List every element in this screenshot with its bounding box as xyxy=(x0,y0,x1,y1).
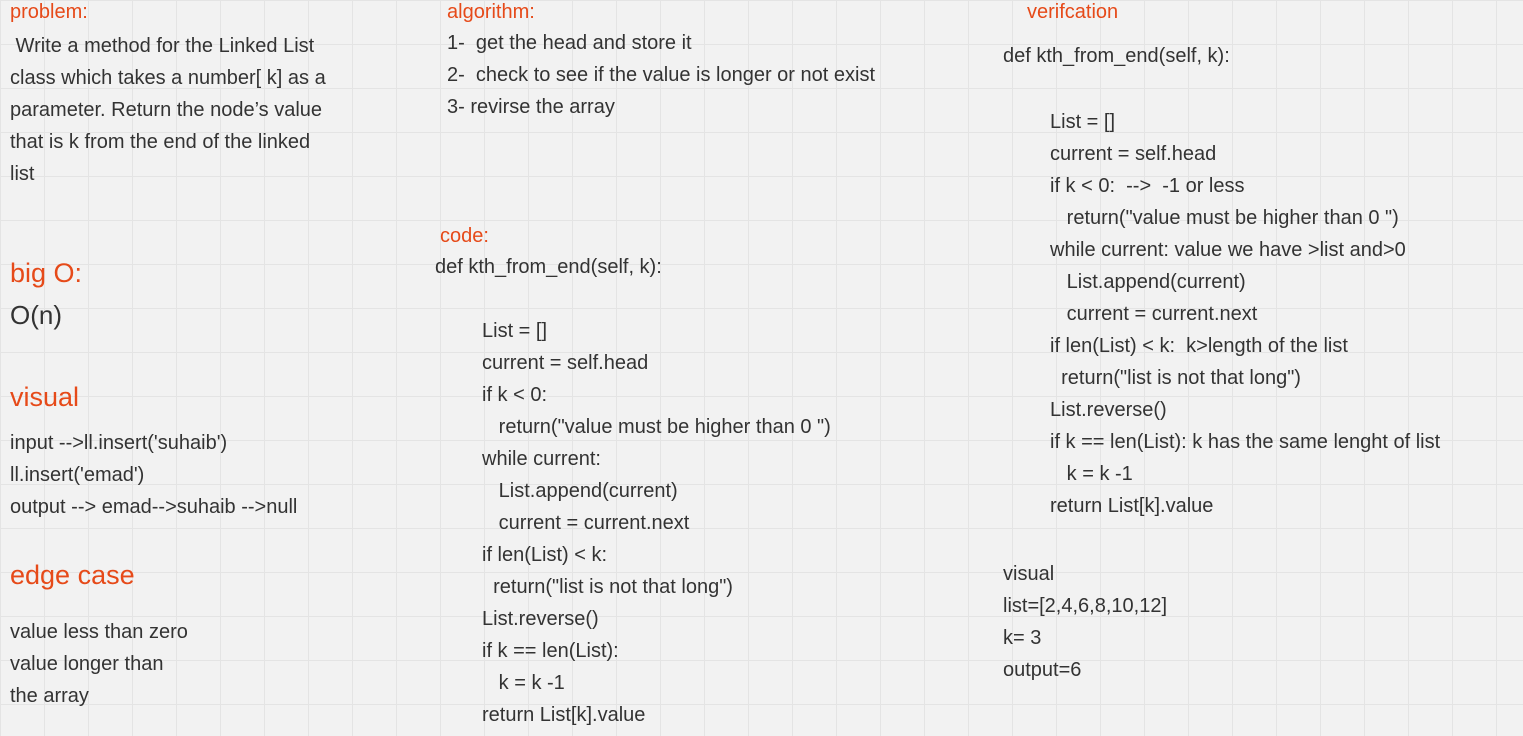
verification-signature: def kth_from_end(self, k): xyxy=(1003,45,1230,67)
problem-line: class which takes a number[ k] as a xyxy=(10,67,326,89)
verification-line: List = [] xyxy=(1050,111,1116,133)
verification-line: while current: value we have >list and>0 xyxy=(1050,239,1406,261)
visual-line: ll.insert('emad') xyxy=(10,464,145,486)
verification-line: return("value must be higher than 0 ") xyxy=(1050,207,1399,229)
code-line: List = [] xyxy=(482,320,548,342)
big-o-value: O(n) xyxy=(10,300,62,330)
verification-label: verifcation xyxy=(1027,1,1119,23)
edge-case-line: value less than zero xyxy=(10,621,188,643)
verification-line: current = current.next xyxy=(1050,303,1258,325)
verification-line: return("list is not that long") xyxy=(1050,367,1301,389)
algorithm-step: 2- check to see if the value is longer o… xyxy=(447,64,875,86)
code-signature: def kth_from_end(self, k): xyxy=(435,256,662,278)
visual-line: output --> emad-->suhaib -->null xyxy=(10,496,298,518)
code-label: code: xyxy=(440,225,489,247)
verification-example-line: output=6 xyxy=(1003,659,1082,681)
verification-example-line: k= 3 xyxy=(1003,627,1042,649)
visual-heading: visual xyxy=(10,382,80,412)
code-line: while current: xyxy=(482,448,601,470)
verification-line: if len(List) < k: k>length of the list xyxy=(1050,335,1348,357)
code-line: if k == len(List): xyxy=(482,640,619,662)
problem-line: that is k from the end of the linked xyxy=(10,131,311,153)
code-line: return("value must be higher than 0 ") xyxy=(482,416,831,438)
code-line: if len(List) < k: xyxy=(482,544,608,566)
algorithm-step: 3- revirse the array xyxy=(447,96,615,118)
code-line: List.append(current) xyxy=(482,480,678,502)
code-line: List.reverse() xyxy=(482,608,599,630)
verification-line: if k < 0: --> -1 or less xyxy=(1050,175,1245,197)
code-line: current = current.next xyxy=(482,512,690,534)
edge-case-heading: edge case xyxy=(10,560,135,590)
verification-line: List.append(current) xyxy=(1050,271,1246,293)
problem-line: parameter. Return the node’s value xyxy=(10,99,323,121)
verification-example-line: visual xyxy=(1003,563,1055,585)
problem-line: list xyxy=(10,163,35,185)
code-line: return List[k].value xyxy=(482,704,646,726)
verification-line: if k == len(List): k has the same lenght… xyxy=(1050,431,1441,453)
code-line: k = k -1 xyxy=(482,672,565,694)
verification-example-line: list=[2,4,6,8,10,12] xyxy=(1003,595,1168,617)
verification-line: return List[k].value xyxy=(1050,495,1214,517)
problem-line: Write a method for the Linked List xyxy=(10,35,315,57)
code-line: if k < 0: xyxy=(482,384,548,406)
problem-label: problem: xyxy=(10,1,88,23)
code-line: return("list is not that long") xyxy=(482,576,733,598)
edge-case-line: value longer than xyxy=(10,653,164,675)
verification-line: List.reverse() xyxy=(1050,399,1167,421)
algorithm-step: 1- get the head and store it xyxy=(447,32,692,54)
code-line: current = self.head xyxy=(482,352,649,374)
algorithm-label: algorithm: xyxy=(447,1,535,23)
visual-line: input -->ll.insert('suhaib') xyxy=(10,432,228,454)
verification-line: current = self.head xyxy=(1050,143,1217,165)
verification-line: k = k -1 xyxy=(1050,463,1133,485)
edge-case-line: the array xyxy=(10,685,89,707)
big-o-heading: big O: xyxy=(10,258,83,288)
